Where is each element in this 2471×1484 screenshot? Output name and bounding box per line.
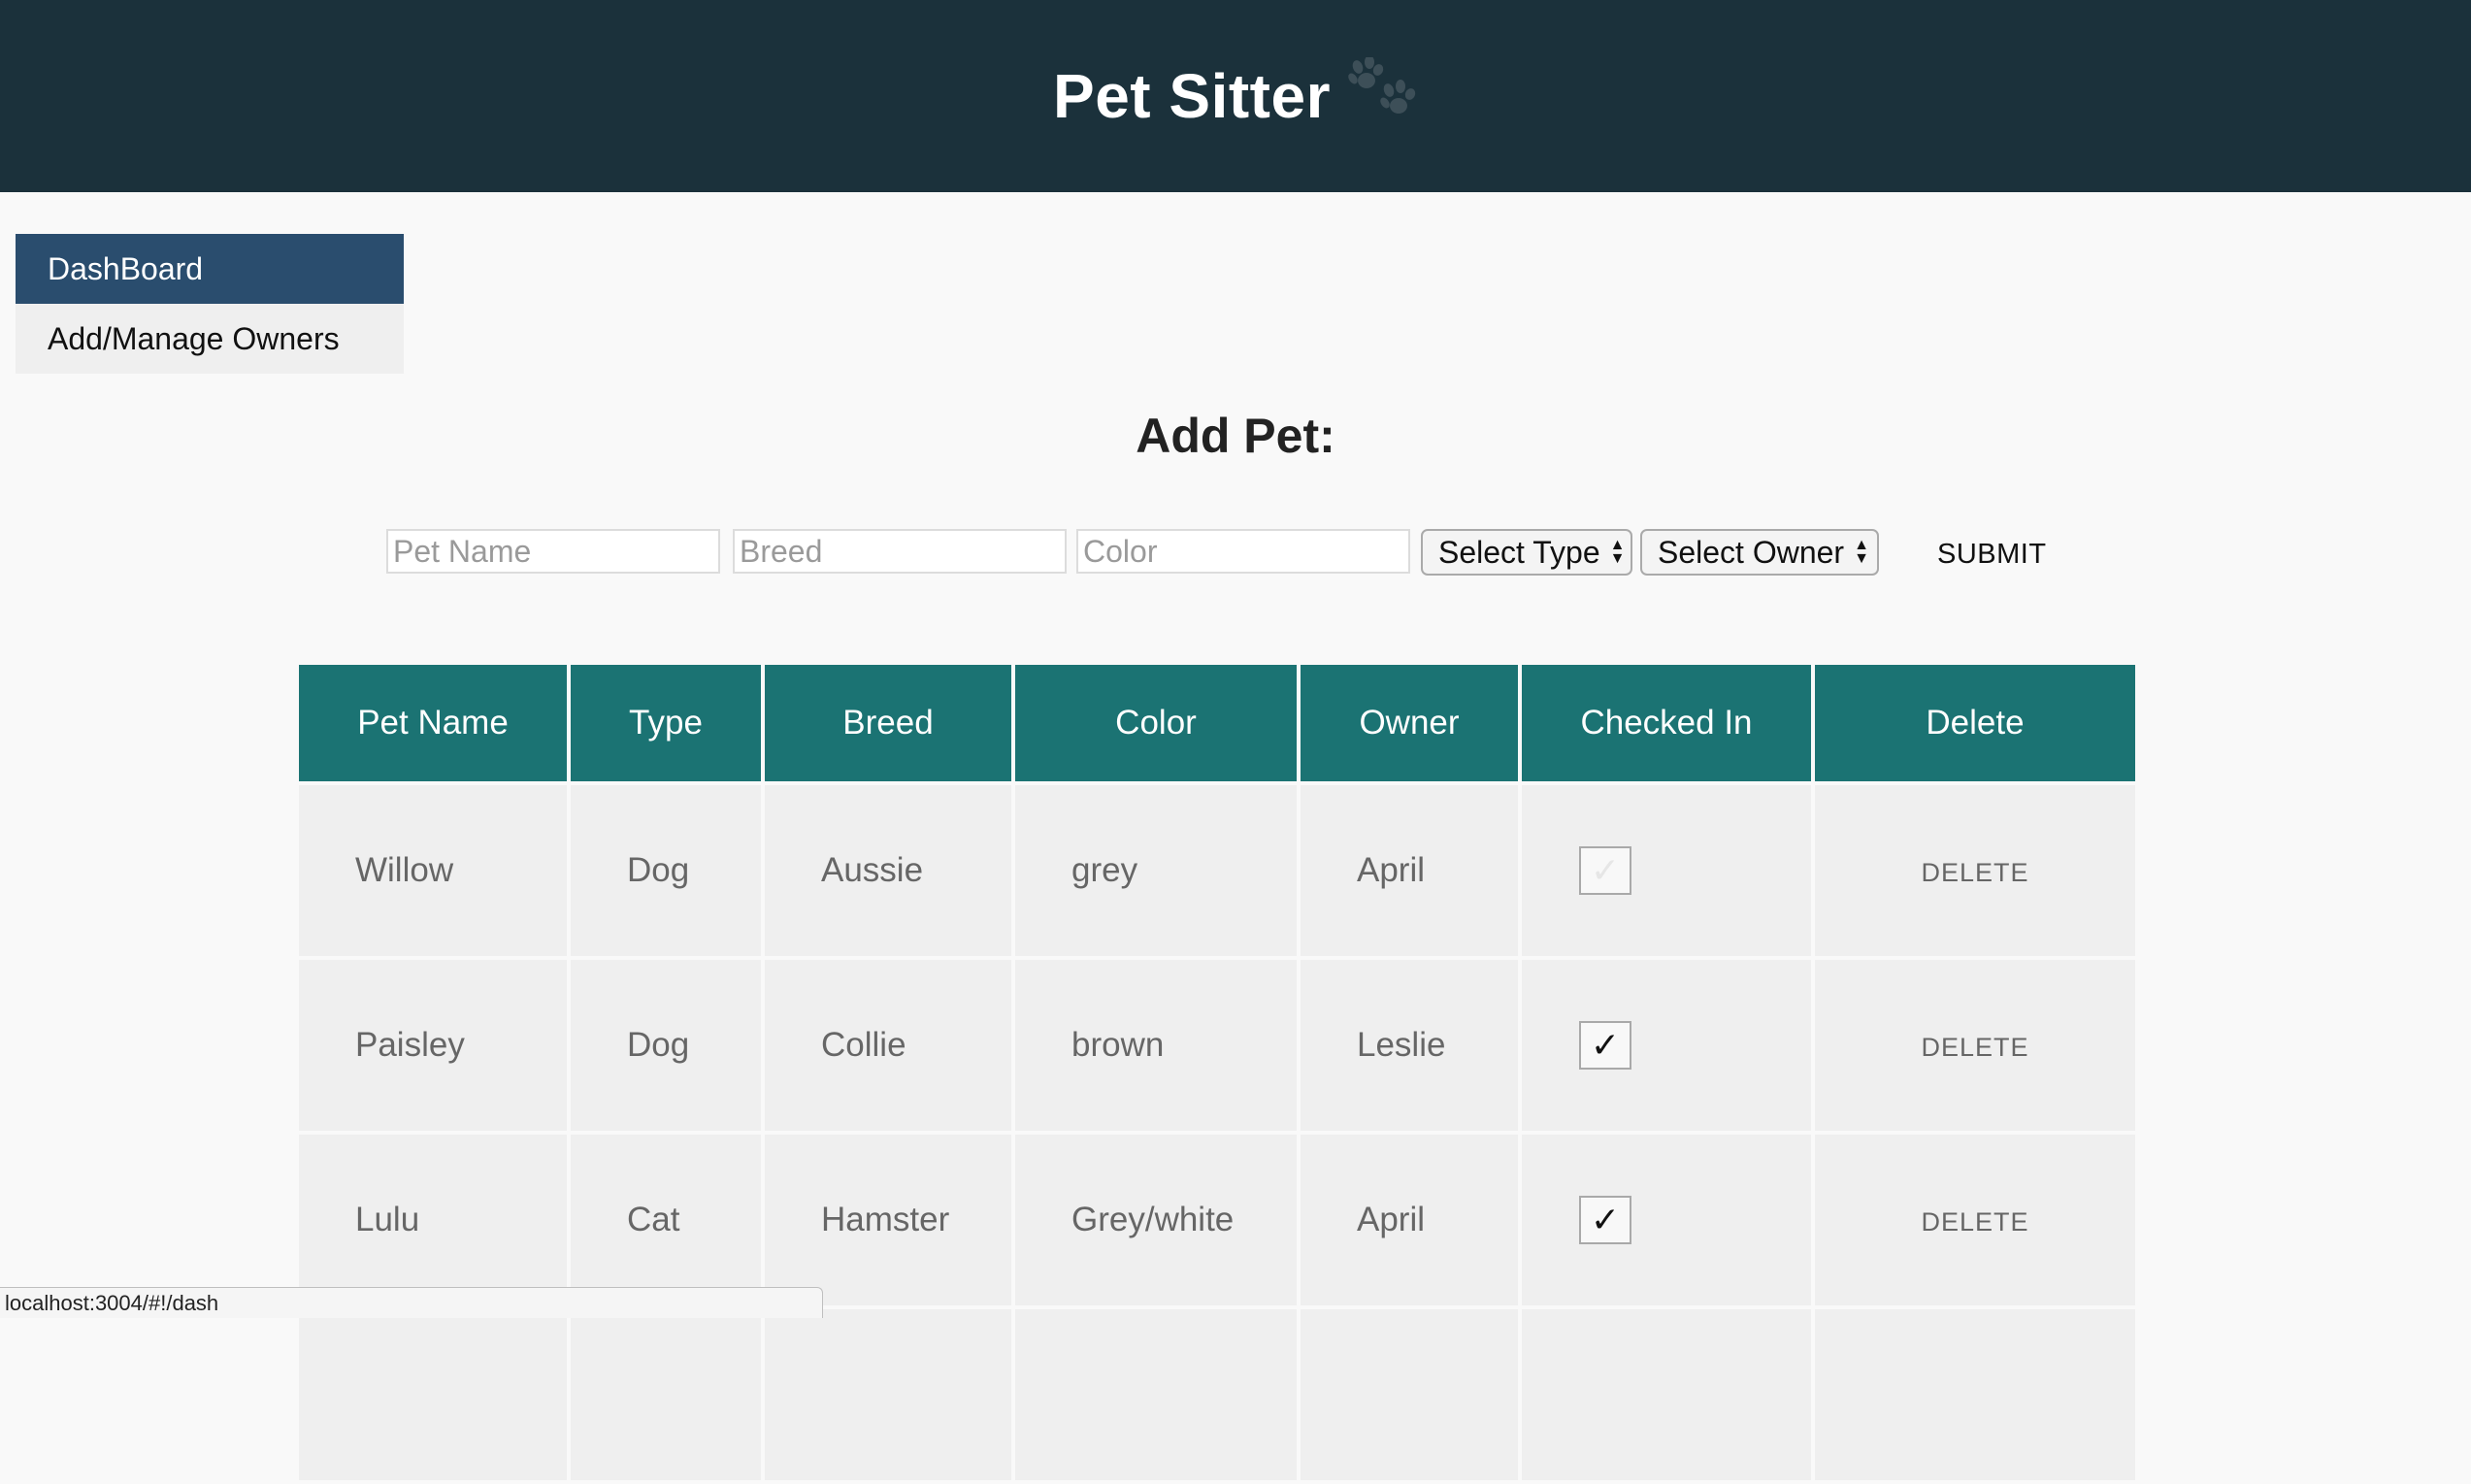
cell-type: Dog bbox=[571, 785, 761, 956]
cell-delete: DELETE bbox=[1815, 960, 2135, 1131]
delete-button[interactable]: DELETE bbox=[1921, 1033, 2028, 1062]
cell-pet-name: Willow bbox=[299, 785, 567, 956]
select-arrows-icon: ▲ ▼ bbox=[1854, 536, 1869, 567]
browser-status-bar: localhost:3004/#!/dash bbox=[0, 1287, 823, 1318]
table-row: Lulu Cat Hamster Grey/white April ✓ DELE… bbox=[299, 1135, 2135, 1305]
column-header-owner[interactable]: Owner bbox=[1301, 665, 1518, 781]
cell-color: Grey/white bbox=[1015, 1135, 1297, 1305]
pet-name-input[interactable] bbox=[386, 529, 720, 574]
checked-in-checkbox[interactable]: ✓ bbox=[1579, 1196, 1631, 1244]
cell-owner: Leslie bbox=[1301, 960, 1518, 1131]
pets-table: Pet Name Type Breed Color Owner Checked … bbox=[295, 661, 2139, 1484]
owner-select[interactable]: Select Owner ▲ ▼ bbox=[1640, 529, 1879, 576]
cell-empty bbox=[1015, 1309, 1297, 1480]
add-pet-heading: Add Pet: bbox=[1136, 409, 1335, 463]
column-header-delete[interactable]: Delete bbox=[1815, 665, 2135, 781]
breed-input[interactable] bbox=[733, 529, 1067, 574]
column-header-type[interactable]: Type bbox=[571, 665, 761, 781]
cell-owner: April bbox=[1301, 1135, 1518, 1305]
table-row: Willow Dog Aussie grey April ✓ DELETE bbox=[299, 785, 2135, 956]
cell-empty bbox=[1301, 1309, 1518, 1480]
table-header-row: Pet Name Type Breed Color Owner Checked … bbox=[299, 665, 2135, 781]
cell-pet-name: Paisley bbox=[299, 960, 567, 1131]
column-header-color[interactable]: Color bbox=[1015, 665, 1297, 781]
cell-color: brown bbox=[1015, 960, 1297, 1131]
checked-in-checkbox[interactable]: ✓ bbox=[1579, 846, 1631, 895]
checked-in-checkbox[interactable]: ✓ bbox=[1579, 1021, 1631, 1070]
cell-empty bbox=[1522, 1309, 1811, 1480]
app-title: Pet Sitter bbox=[1053, 61, 1331, 131]
delete-button[interactable]: DELETE bbox=[1921, 1207, 2028, 1237]
cell-delete: DELETE bbox=[1815, 1135, 2135, 1305]
table-row: Paisley Dog Collie brown Leslie ✓ DELETE bbox=[299, 960, 2135, 1131]
column-header-pet-name[interactable]: Pet Name bbox=[299, 665, 567, 781]
delete-button[interactable]: DELETE bbox=[1921, 858, 2028, 887]
cell-type: Dog bbox=[571, 960, 761, 1131]
cell-delete: DELETE bbox=[1815, 785, 2135, 956]
cell-checked-in: ✓ bbox=[1522, 1135, 1811, 1305]
cell-color: grey bbox=[1015, 785, 1297, 956]
table-row bbox=[299, 1309, 2135, 1480]
cell-empty bbox=[765, 1309, 1011, 1480]
type-select-value: Select Type bbox=[1438, 535, 1600, 570]
cell-empty bbox=[1815, 1309, 2135, 1480]
sidebar-item-add-manage-owners[interactable]: Add/Manage Owners bbox=[16, 304, 404, 374]
sidebar-item-dashboard[interactable]: DashBoard bbox=[16, 234, 404, 304]
cell-checked-in: ✓ bbox=[1522, 960, 1811, 1131]
cell-checked-in: ✓ bbox=[1522, 785, 1811, 956]
cell-empty bbox=[571, 1309, 761, 1480]
cell-breed: Collie bbox=[765, 960, 1011, 1131]
cell-breed: Aussie bbox=[765, 785, 1011, 956]
cell-empty bbox=[299, 1309, 567, 1480]
paw-prints-icon bbox=[1348, 55, 1418, 123]
column-header-breed[interactable]: Breed bbox=[765, 665, 1011, 781]
cell-type: Cat bbox=[571, 1135, 761, 1305]
cell-owner: April bbox=[1301, 785, 1518, 956]
color-input[interactable] bbox=[1076, 529, 1410, 574]
owner-select-value: Select Owner bbox=[1658, 535, 1845, 570]
submit-button[interactable]: SUBMIT bbox=[1937, 529, 2047, 577]
type-select[interactable]: Select Type ▲ ▼ bbox=[1421, 529, 1632, 576]
cell-breed: Hamster bbox=[765, 1135, 1011, 1305]
select-arrows-icon: ▲ ▼ bbox=[1609, 536, 1626, 567]
column-header-checked-in[interactable]: Checked In bbox=[1522, 665, 1811, 781]
sidebar-nav: DashBoard Add/Manage Owners bbox=[16, 234, 404, 374]
pets-table-container: Pet Name Type Breed Color Owner Checked … bbox=[299, 665, 2135, 1480]
app-header: Pet Sitter bbox=[0, 0, 2471, 192]
cell-pet-name: Lulu bbox=[299, 1135, 567, 1305]
